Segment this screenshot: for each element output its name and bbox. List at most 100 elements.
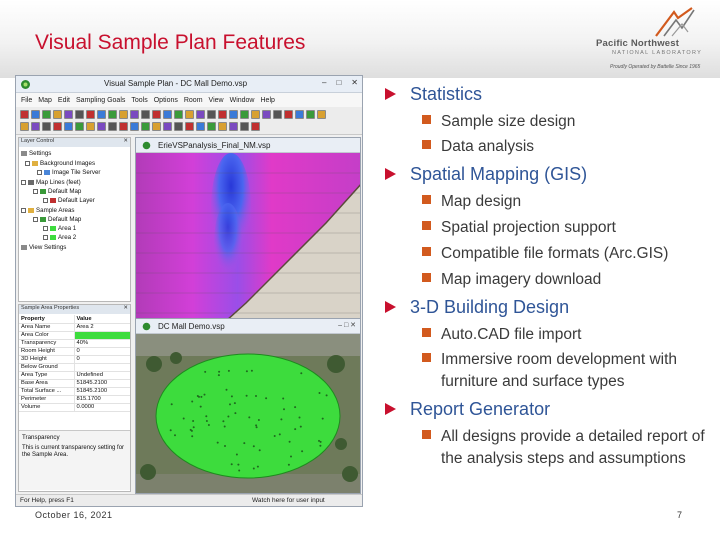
toolbar-button-icon[interactable] [273,110,282,119]
tree-item-default-map-2[interactable]: Default Map [33,216,81,223]
toolbar-button-icon[interactable] [163,110,172,119]
property-value[interactable] [74,331,130,340]
toolbar-button-icon[interactable] [163,122,172,131]
toolbar-button-icon[interactable] [152,110,161,119]
property-value[interactable]: 51845.2100 [74,387,130,396]
property-value[interactable]: 0 [74,355,130,364]
toolbar-button-icon[interactable] [64,110,73,119]
tree-item-area-2[interactable]: Area 2 [43,234,76,241]
close-button[interactable]: ✕ [351,78,358,87]
map-window-buttons[interactable]: – □ ✕ [338,321,356,329]
toolbar-button-icon[interactable] [306,110,315,119]
property-row[interactable]: Property Value [19,315,130,324]
map-window-dc-mall[interactable]: DC Mall Demo.vsp – □ ✕ [135,318,361,494]
toolbar-button-icon[interactable] [196,122,205,131]
toolbar-button-icon[interactable] [218,122,227,131]
property-row[interactable]: Area Name Area 2 [19,323,130,332]
toolbar-button-icon[interactable] [152,122,161,131]
toolbar-button-icon[interactable] [240,110,249,119]
toolbar-button-icon[interactable] [207,110,216,119]
toolbar-button-icon[interactable] [251,110,260,119]
toolbar-button-icon[interactable] [174,122,183,131]
property-row[interactable]: Volume 0.0000 [19,403,130,412]
toolbar-button-icon[interactable] [185,122,194,131]
tree-item-default-layer[interactable]: Default Layer [43,197,95,204]
menu-window[interactable]: Window [230,97,255,104]
toolbar-button-icon[interactable] [229,122,238,131]
checkbox[interactable] [21,180,26,185]
property-row[interactable]: Transparency 40% [19,339,130,348]
maximize-button[interactable]: □ [336,78,341,87]
tree-item-area-1[interactable]: Area 1 [43,225,76,232]
menu-tools[interactable]: Tools [131,97,147,104]
toolbar-button-icon[interactable] [31,110,40,119]
checkbox[interactable] [37,170,42,175]
property-row[interactable]: Perimeter 815.1700 [19,395,130,404]
toolbar-button-icon[interactable] [108,110,117,119]
tree-item-default-map[interactable]: Default Map [33,188,81,195]
toolbar-button-icon[interactable] [42,122,51,131]
toolbar-button-icon[interactable] [295,110,304,119]
toolbar-button-icon[interactable] [317,110,326,119]
toolbar-button-icon[interactable] [130,122,139,131]
toolbar-button-icon[interactable] [53,122,62,131]
property-value[interactable]: 815.1700 [74,395,130,404]
toolbar-button-icon[interactable] [196,110,205,119]
tree-item-map-lines[interactable]: Map Lines (feet) [21,179,81,186]
property-row[interactable]: Below Ground [19,363,130,372]
toolbar-button-icon[interactable] [262,110,271,119]
property-value[interactable]: 0.0000 [74,403,130,412]
checkbox[interactable] [43,226,48,231]
checkbox[interactable] [21,208,26,213]
property-row[interactable]: Base Area 51845.2100 [19,379,130,388]
property-value[interactable]: Value [74,315,130,324]
menu-sampling-goals[interactable]: Sampling Goals [76,97,125,104]
minimize-button[interactable]: – [322,78,326,87]
property-value[interactable]: 0 [74,347,130,356]
toolbar-button-icon[interactable] [75,110,84,119]
tree-item-view-settings[interactable]: View Settings [21,244,66,251]
toolbar-button-icon[interactable] [130,110,139,119]
toolbar-button-icon[interactable] [251,122,260,131]
toolbar-button-icon[interactable] [31,122,40,131]
toolbar-button-icon[interactable] [284,110,293,119]
property-value[interactable] [74,363,130,372]
property-row[interactable]: Room Height 0 [19,347,130,356]
toolbar-button-icon[interactable] [174,110,183,119]
tree-item-image-tile-server[interactable]: Image Tile Server [37,169,101,176]
toolbar-button-icon[interactable] [53,110,62,119]
toolbar-button-icon[interactable] [141,122,150,131]
toolbar-button-icon[interactable] [97,110,106,119]
toolbar-button-icon[interactable] [64,122,73,131]
toolbar-button-icon[interactable] [108,122,117,131]
toolbar-button-icon[interactable] [75,122,84,131]
tree-item-background-images[interactable]: Background Images [25,160,95,167]
menu-view[interactable]: View [209,97,224,104]
menu-edit[interactable]: Edit [58,97,70,104]
property-value[interactable]: 40% [74,339,130,348]
property-value[interactable]: Undefined [74,371,130,380]
toolbar-button-icon[interactable] [20,122,29,131]
toolbar-button-icon[interactable] [86,122,95,131]
toolbar-button-icon[interactable] [20,110,29,119]
property-row[interactable]: 3D Height 0 [19,355,130,364]
menu-help[interactable]: Help [261,97,275,104]
checkbox[interactable] [33,217,38,222]
toolbar-button-icon[interactable] [119,122,128,131]
toolbar-button-icon[interactable] [229,110,238,119]
toolbar-button-icon[interactable] [86,110,95,119]
map-window-erie[interactable]: ErieVSPanalysis_Final_NM.vsp [135,137,361,329]
checkbox[interactable] [33,189,38,194]
toolbar-button-icon[interactable] [207,122,216,131]
menu-file[interactable]: File [21,97,32,104]
toolbar-button-icon[interactable] [185,110,194,119]
menu-map[interactable]: Map [38,97,52,104]
toolbar-button-icon[interactable] [97,122,106,131]
close-icon[interactable]: ✕ [123,305,128,311]
toolbar-button-icon[interactable] [218,110,227,119]
toolbar-button-icon[interactable] [240,122,249,131]
tree-item-settings[interactable]: Settings [21,150,51,157]
property-row[interactable]: Total Surface ... 51845.2100 [19,387,130,396]
property-value[interactable]: 51845.2100 [74,379,130,388]
checkbox[interactable] [43,235,48,240]
